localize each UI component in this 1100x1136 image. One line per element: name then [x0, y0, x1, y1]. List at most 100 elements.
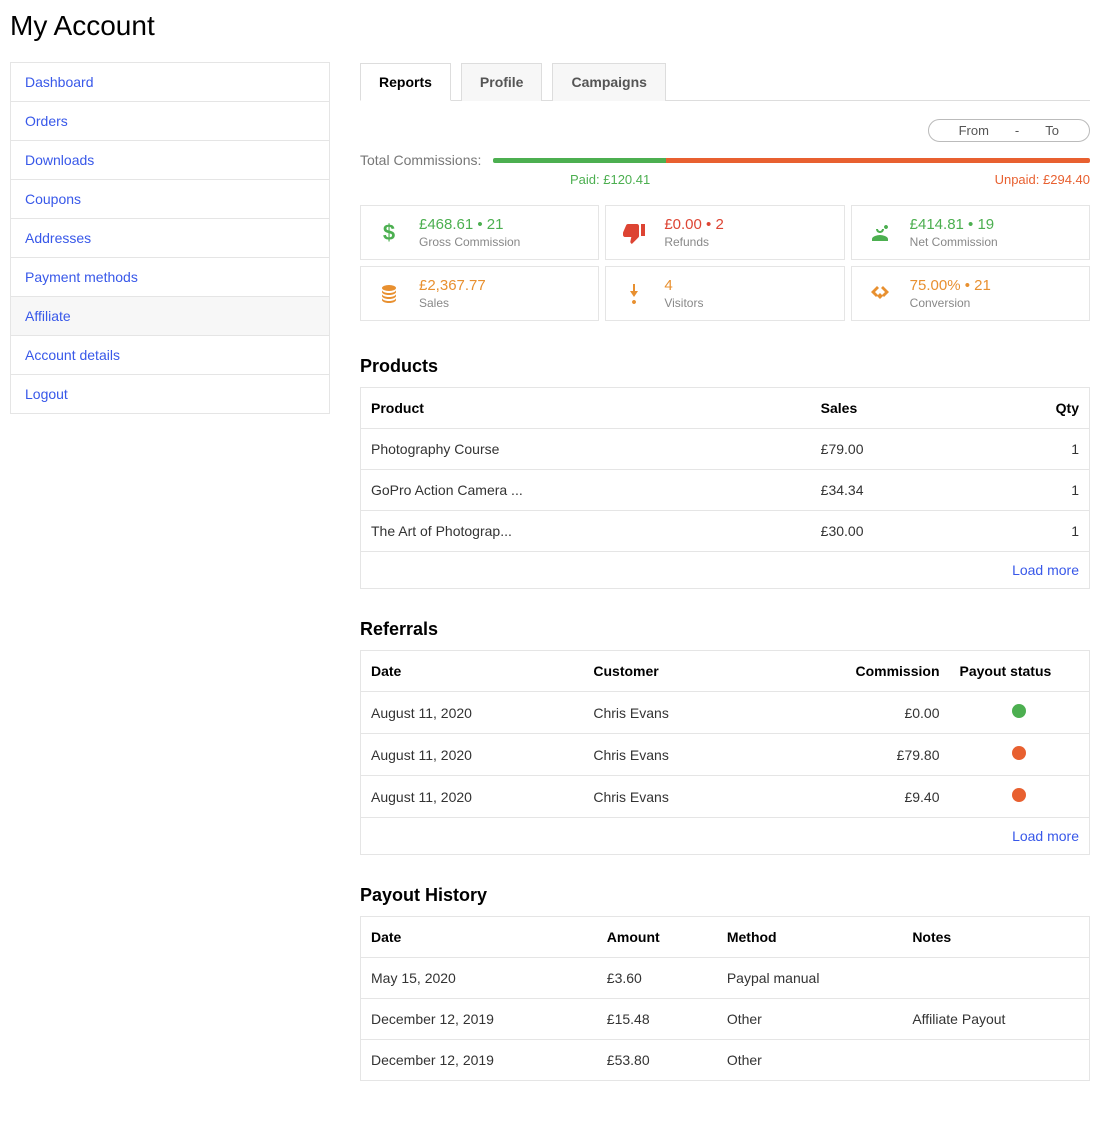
payouts-heading: Payout History — [360, 885, 1090, 906]
col-notes: Notes — [902, 917, 1089, 958]
cell-notes — [902, 1040, 1089, 1081]
cell-commission: £9.40 — [759, 776, 950, 818]
table-row: August 11, 2020 Chris Evans £0.00 — [361, 692, 1090, 734]
paid-amount-label: Paid: £120.41 — [570, 172, 650, 187]
cell-method: Paypal manual — [717, 958, 902, 999]
col-product: Product — [361, 388, 811, 429]
tab-profile[interactable]: Profile — [461, 63, 543, 101]
cell-notes: Affiliate Payout — [902, 999, 1089, 1040]
cell-qty: 1 — [975, 511, 1090, 552]
table-row: May 15, 2020 £3.60 Paypal manual — [361, 958, 1090, 999]
table-row: August 11, 2020 Chris Evans £9.40 — [361, 776, 1090, 818]
account-sidebar: Dashboard Orders Downloads Coupons Addre… — [10, 62, 330, 414]
status-dot-icon — [1012, 788, 1026, 802]
commissions-bar — [493, 158, 1090, 163]
products-table: Product Sales Qty Photography Course £79… — [360, 387, 1090, 552]
referrals-heading: Referrals — [360, 619, 1090, 640]
commissions-bar-paid — [493, 158, 666, 163]
payouts-section: Payout History Date Amount Method Notes … — [360, 885, 1090, 1081]
unpaid-amount-label: Unpaid: £294.40 — [995, 172, 1090, 187]
stat-refunds: £0.00 • 2 Refunds — [605, 205, 844, 260]
stat-label: Sales — [419, 296, 486, 310]
stat-conversion: 75.00% • 21 Conversion — [851, 266, 1090, 321]
affiliate-tabs: Reports Profile Campaigns — [360, 62, 1090, 101]
tab-reports[interactable]: Reports — [360, 63, 451, 101]
table-row: December 12, 2019 £53.80 Other — [361, 1040, 1090, 1081]
status-dot-icon — [1012, 746, 1026, 760]
table-row: Photography Course £79.00 1 — [361, 429, 1090, 470]
stat-label: Conversion — [910, 296, 991, 310]
col-status: Payout status — [950, 651, 1090, 692]
cell-date: December 12, 2019 — [361, 1040, 597, 1081]
products-load-more-link[interactable]: Load more — [1012, 562, 1079, 578]
cell-amount: £15.48 — [597, 999, 717, 1040]
page-title: My Account — [10, 10, 1090, 42]
cell-sales: £79.00 — [811, 429, 975, 470]
cell-method: Other — [717, 1040, 902, 1081]
cell-commission: £79.80 — [759, 734, 950, 776]
stat-value: 75.00% • 21 — [910, 277, 991, 294]
cell-sales: £34.34 — [811, 470, 975, 511]
table-row: August 11, 2020 Chris Evans £79.80 — [361, 734, 1090, 776]
col-commission: Commission — [759, 651, 950, 692]
cell-amount: £3.60 — [597, 958, 717, 999]
stat-label: Visitors — [664, 296, 703, 310]
col-customer: Customer — [583, 651, 758, 692]
sidebar-item-addresses[interactable]: Addresses — [11, 219, 329, 258]
stat-label: Net Commission — [910, 235, 998, 249]
hand-dollar-icon — [864, 217, 896, 249]
date-sep: - — [1015, 123, 1019, 138]
sidebar-item-account-details[interactable]: Account details — [11, 336, 329, 375]
cell-product: The Art of Photograp... — [361, 511, 811, 552]
table-row: December 12, 2019 £15.48 Other Affiliate… — [361, 999, 1090, 1040]
col-method: Method — [717, 917, 902, 958]
products-section: Products Product Sales Qty Photography C… — [360, 356, 1090, 589]
referrals-load-more-link[interactable]: Load more — [1012, 828, 1079, 844]
table-row: The Art of Photograp... £30.00 1 — [361, 511, 1090, 552]
stat-sales: £2,367.77 Sales — [360, 266, 599, 321]
cell-qty: 1 — [975, 429, 1090, 470]
cell-qty: 1 — [975, 470, 1090, 511]
cell-amount: £53.80 — [597, 1040, 717, 1081]
payouts-table: Date Amount Method Notes May 15, 2020 £3… — [360, 916, 1090, 1081]
cell-commission: £0.00 — [759, 692, 950, 734]
stat-value: 4 — [664, 277, 703, 294]
thumbs-down-icon — [618, 217, 650, 249]
col-sales: Sales — [811, 388, 975, 429]
sidebar-item-dashboard[interactable]: Dashboard — [11, 63, 329, 102]
referrals-table: Date Customer Commission Payout status A… — [360, 650, 1090, 818]
cell-customer: Chris Evans — [583, 734, 758, 776]
stat-value: £414.81 • 19 — [910, 216, 998, 233]
pointer-icon — [618, 278, 650, 310]
col-amount: Amount — [597, 917, 717, 958]
cell-date: August 11, 2020 — [361, 692, 584, 734]
cell-date: December 12, 2019 — [361, 999, 597, 1040]
cell-sales: £30.00 — [811, 511, 975, 552]
cell-date: August 11, 2020 — [361, 734, 584, 776]
tab-campaigns[interactable]: Campaigns — [552, 63, 665, 101]
status-dot-icon — [1012, 704, 1026, 718]
sidebar-item-payment-methods[interactable]: Payment methods — [11, 258, 329, 297]
stat-gross-commission: $ £468.61 • 21 Gross Commission — [360, 205, 599, 260]
date-range-filter[interactable]: From - To — [928, 119, 1090, 142]
cell-customer: Chris Evans — [583, 692, 758, 734]
sidebar-item-coupons[interactable]: Coupons — [11, 180, 329, 219]
table-row: GoPro Action Camera ... £34.34 1 — [361, 470, 1090, 511]
commissions-bar-unpaid — [666, 158, 1090, 163]
col-date: Date — [361, 651, 584, 692]
date-from-label: From — [959, 123, 989, 138]
cell-date: August 11, 2020 — [361, 776, 584, 818]
sidebar-item-logout[interactable]: Logout — [11, 375, 329, 413]
cell-product: Photography Course — [361, 429, 811, 470]
dollar-icon: $ — [373, 217, 405, 249]
sidebar-item-orders[interactable]: Orders — [11, 102, 329, 141]
stat-visitors: 4 Visitors — [605, 266, 844, 321]
stat-value: £0.00 • 2 — [664, 216, 723, 233]
cell-notes — [902, 958, 1089, 999]
stat-value: £468.61 • 21 — [419, 216, 520, 233]
coins-icon — [373, 278, 405, 310]
products-heading: Products — [360, 356, 1090, 377]
cell-customer: Chris Evans — [583, 776, 758, 818]
sidebar-item-downloads[interactable]: Downloads — [11, 141, 329, 180]
sidebar-item-affiliate[interactable]: Affiliate — [11, 297, 329, 336]
